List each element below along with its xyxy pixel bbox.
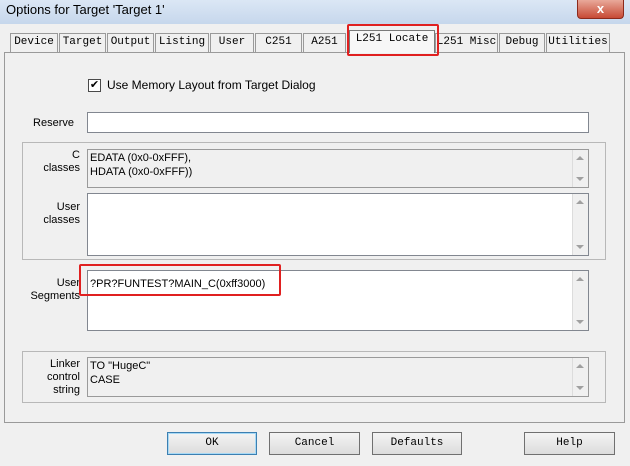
use-memory-layout-label: Use Memory Layout from Target Dialog — [107, 78, 316, 92]
user-classes-label-line2: classes — [43, 214, 80, 226]
scroll-up-icon[interactable] — [576, 200, 584, 204]
scroll-up-icon[interactable] — [576, 364, 584, 368]
user-segments-label-line1: User — [56, 277, 80, 289]
scroll-down-icon[interactable] — [576, 245, 584, 249]
tab-output[interactable]: Output — [107, 33, 154, 52]
linker-control-label-line1: Linker — [50, 358, 80, 370]
window-title: Options for Target 'Target 1' — [6, 2, 165, 17]
user-classes-label-line1: User — [56, 201, 80, 213]
user-segments-scrollbar[interactable] — [572, 271, 588, 330]
linker-control-scrollbar[interactable] — [572, 358, 588, 396]
tab-l251-misc[interactable]: L251 Misc — [435, 33, 498, 52]
segments-highlight-box — [79, 264, 281, 296]
linker-control-label-line2: control — [46, 371, 80, 383]
scroll-down-icon[interactable] — [576, 177, 584, 181]
tab-utilities[interactable]: Utilities — [546, 33, 610, 52]
scroll-up-icon[interactable] — [576, 277, 584, 281]
c-classes-label: C classes — [24, 149, 80, 175]
tab-target[interactable]: Target — [59, 33, 106, 52]
ok-button[interactable]: OK — [167, 432, 257, 455]
user-classes-scrollbar[interactable] — [572, 194, 588, 255]
linker-control-textarea[interactable]: TO "HugeC" CASE — [87, 357, 589, 397]
linker-control-value: TO "HugeC" CASE — [90, 360, 151, 386]
cancel-button[interactable]: Cancel — [269, 432, 360, 455]
tab-user[interactable]: User — [210, 33, 254, 52]
tab-c251[interactable]: C251 — [255, 33, 302, 52]
user-classes-textarea[interactable] — [87, 193, 589, 256]
scroll-down-icon[interactable] — [576, 386, 584, 390]
user-classes-label: User classes — [24, 201, 80, 227]
reserve-label: Reserve — [33, 117, 74, 129]
c-classes-scrollbar[interactable] — [572, 150, 588, 187]
linker-control-label: Linker control string — [24, 358, 80, 397]
tab-highlight-box — [347, 24, 439, 56]
c-classes-textarea[interactable]: EDATA (0x0-0xFFF), HDATA (0x0-0xFFF)) — [87, 149, 589, 188]
tab-listing[interactable]: Listing — [155, 33, 209, 52]
defaults-button[interactable]: Defaults — [372, 432, 462, 455]
reserve-input[interactable] — [87, 112, 589, 133]
user-segments-label: User Segments — [24, 277, 80, 303]
user-segments-label-line2: Segments — [30, 290, 80, 302]
c-classes-value: EDATA (0x0-0xFFF), HDATA (0x0-0xFFF)) — [90, 152, 193, 178]
close-icon: x — [596, 1, 605, 16]
scroll-down-icon[interactable] — [576, 320, 584, 324]
linker-control-label-line3: string — [53, 384, 80, 396]
c-classes-label-line1: C — [72, 149, 80, 161]
tab-debug[interactable]: Debug — [499, 33, 545, 52]
tab-a251[interactable]: A251 — [303, 33, 346, 52]
help-button[interactable]: Help — [524, 432, 615, 455]
scroll-up-icon[interactable] — [576, 156, 584, 160]
use-memory-layout-checkbox[interactable]: ✔ — [88, 79, 101, 92]
c-classes-label-line2: classes — [43, 162, 80, 174]
tab-device[interactable]: Device — [10, 33, 58, 52]
close-button[interactable]: x — [577, 0, 624, 19]
